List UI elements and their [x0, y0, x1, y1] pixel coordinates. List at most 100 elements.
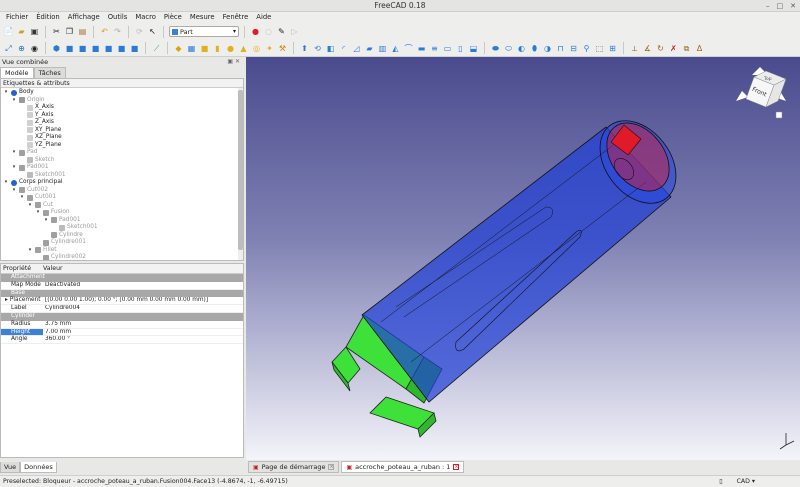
- menu-mesure[interactable]: Mesure: [186, 12, 219, 23]
- 3d-scene[interactable]: Front Top: [246, 57, 800, 460]
- extrude-icon[interactable]: ⬆: [299, 43, 310, 54]
- whats-this-icon[interactable]: ↖: [147, 26, 158, 37]
- sphere-icon[interactable]: ●: [225, 43, 236, 54]
- redo-icon[interactable]: ↷: [112, 26, 123, 37]
- property-group[interactable]: Base: [1, 289, 243, 298]
- tree-expander-icon[interactable]: ▾: [11, 97, 17, 105]
- tab-donnees[interactable]: Données: [20, 462, 57, 473]
- panel-controls-icon[interactable]: ▣ ✕: [227, 57, 240, 67]
- undo-icon[interactable]: ↶: [99, 26, 110, 37]
- nav-arrow-left-icon[interactable]: [736, 91, 748, 101]
- fuse-icon[interactable]: ⬮: [529, 43, 540, 54]
- tree-item[interactable]: ▾ Fillet: [27, 247, 57, 255]
- property-value[interactable]: 360.00 °: [43, 336, 243, 343]
- tree-item[interactable]: ▾ Pad001: [43, 217, 81, 225]
- tree-item[interactable]: ▾ Body: [3, 89, 34, 97]
- cylinder-icon[interactable]: ▮: [212, 43, 223, 54]
- boolean-icon[interactable]: ⬭: [503, 43, 514, 54]
- torus-icon[interactable]: ◎: [251, 43, 262, 54]
- make-face-icon[interactable]: ▰: [364, 43, 375, 54]
- measure-toggle-delta-icon[interactable]: Δ: [694, 43, 705, 54]
- new-document-icon[interactable]: 📄: [3, 26, 14, 37]
- tree-scroll-thumb[interactable]: [238, 90, 243, 250]
- property-group[interactable]: Attachment: [1, 274, 243, 282]
- close-icon[interactable]: ✕: [790, 0, 796, 12]
- tab-taches[interactable]: Tâches: [33, 67, 66, 78]
- thickness-icon[interactable]: ▯: [455, 43, 466, 54]
- fit-all-icon[interactable]: ⤢: [3, 43, 14, 54]
- refresh-icon[interactable]: ⟳: [134, 26, 145, 37]
- tree-item[interactable]: XZ_Plane: [19, 134, 62, 142]
- view-top-icon[interactable]: ■: [77, 43, 88, 54]
- cross-sections-icon[interactable]: ≡: [429, 43, 440, 54]
- property-row[interactable]: Angle 360.00 °: [1, 336, 243, 345]
- edit-macro-icon[interactable]: ✎: [276, 26, 287, 37]
- property-row[interactable]: ▸ Placement [(0.00 0.00 1.00); 0.00 °; (0.…: [1, 297, 243, 306]
- tab-vue[interactable]: Vue: [0, 462, 21, 473]
- box-icon[interactable]: ■: [199, 43, 210, 54]
- expander-icon[interactable]: ▸: [5, 297, 8, 303]
- offset-icon[interactable]: ▭: [442, 43, 453, 54]
- view-front-icon[interactable]: ■: [64, 43, 75, 54]
- attachment-icon[interactable]: ⊞: [607, 43, 618, 54]
- tree-item[interactable]: ▾ Pad001: [11, 164, 49, 172]
- workbench-select[interactable]: Part ▾: [169, 26, 239, 37]
- property-value[interactable]: [(0.00 0.00 1.00); 0.00 °; (0.00 mm 0.00…: [43, 297, 243, 304]
- nav-cube-menu-icon[interactable]: [775, 111, 783, 119]
- menu-aide[interactable]: Aide: [252, 12, 275, 23]
- save-icon[interactable]: ▣: [29, 26, 40, 37]
- property-value[interactable]: 3.75 mm: [43, 321, 243, 328]
- tab-start-page[interactable]: ▣ Page de démarrage ×: [248, 461, 340, 473]
- measure-distance-icon[interactable]: ⟋: [151, 43, 162, 54]
- tree-item[interactable]: ▾ Origin: [11, 97, 45, 105]
- view-rear-icon[interactable]: ■: [103, 43, 114, 54]
- tree-scrollbar[interactable]: [238, 88, 243, 260]
- measure-linear-icon[interactable]: ⟂: [629, 43, 640, 54]
- view-isometric-icon[interactable]: ⬢: [51, 43, 62, 54]
- measure-angular-icon[interactable]: ∡: [642, 43, 653, 54]
- tree-expander-icon[interactable]: ▾: [35, 209, 41, 217]
- menu-macro[interactable]: Macro: [131, 12, 160, 23]
- navigation-style[interactable]: CAD ▾: [737, 476, 755, 487]
- property-value[interactable]: 7.00 mm: [43, 329, 243, 336]
- split-icon[interactable]: ⊟: [568, 43, 579, 54]
- menu-outils[interactable]: Outils: [104, 12, 132, 23]
- property-group[interactable]: Cylinder: [1, 312, 243, 321]
- measure-clear-icon[interactable]: ✗: [668, 43, 679, 54]
- tab-modele[interactable]: Modèle: [0, 67, 34, 78]
- cut-icon[interactable]: ✂: [51, 26, 62, 37]
- tree-item[interactable]: YZ_Plane: [19, 142, 61, 150]
- tree-item[interactable]: Y_Axis: [19, 112, 53, 120]
- property-row[interactable]: Radius 3.75 mm: [1, 321, 243, 329]
- fit-selection-icon[interactable]: ⊕: [16, 43, 27, 54]
- tree-item[interactable]: ▾ Pad: [11, 149, 37, 157]
- menu-fenetre[interactable]: Fenêtre: [219, 12, 253, 23]
- join-features-icon[interactable]: ⊓: [555, 43, 566, 54]
- mirror-icon[interactable]: ◧: [325, 43, 336, 54]
- tree-expander-icon[interactable]: ▾: [27, 247, 33, 255]
- paste-icon[interactable]: ▤: [77, 26, 88, 37]
- check-geometry-icon[interactable]: ⚲: [581, 43, 592, 54]
- copy-icon[interactable]: ❐: [64, 26, 75, 37]
- menu-edition[interactable]: Édition: [32, 12, 64, 23]
- tree-item[interactable]: ▾ Cut002: [11, 187, 48, 195]
- draw-style-icon[interactable]: ◉: [29, 43, 40, 54]
- tree-expander-icon[interactable]: ▾: [11, 149, 17, 157]
- group-icon[interactable]: ▦: [186, 43, 197, 54]
- tree-item[interactable]: ▾ Cut: [27, 202, 53, 210]
- tree-item[interactable]: ▾ Corps principal: [3, 179, 63, 187]
- tree-item[interactable]: XY_Plane: [19, 127, 61, 135]
- tree-item[interactable]: Cylindre: [43, 232, 83, 240]
- measure-refresh-icon[interactable]: ↻: [655, 43, 666, 54]
- measure-toggle-3d-icon[interactable]: ⧉: [681, 43, 692, 54]
- open-icon[interactable]: ▰: [16, 26, 27, 37]
- tree-expander-icon[interactable]: ▾: [11, 187, 17, 195]
- menu-affichage[interactable]: Affichage: [64, 12, 104, 23]
- property-value[interactable]: Deactivated: [43, 282, 243, 289]
- tree-item[interactable]: X_Axis: [19, 104, 54, 112]
- tree-expander-icon[interactable]: ▾: [27, 202, 33, 210]
- fillet-icon[interactable]: ◜: [338, 43, 349, 54]
- projection-icon[interactable]: ⬓: [468, 43, 479, 54]
- property-row[interactable]: Map Mode Deactivated: [1, 282, 243, 290]
- shape-builder-icon[interactable]: ⚒: [277, 43, 288, 54]
